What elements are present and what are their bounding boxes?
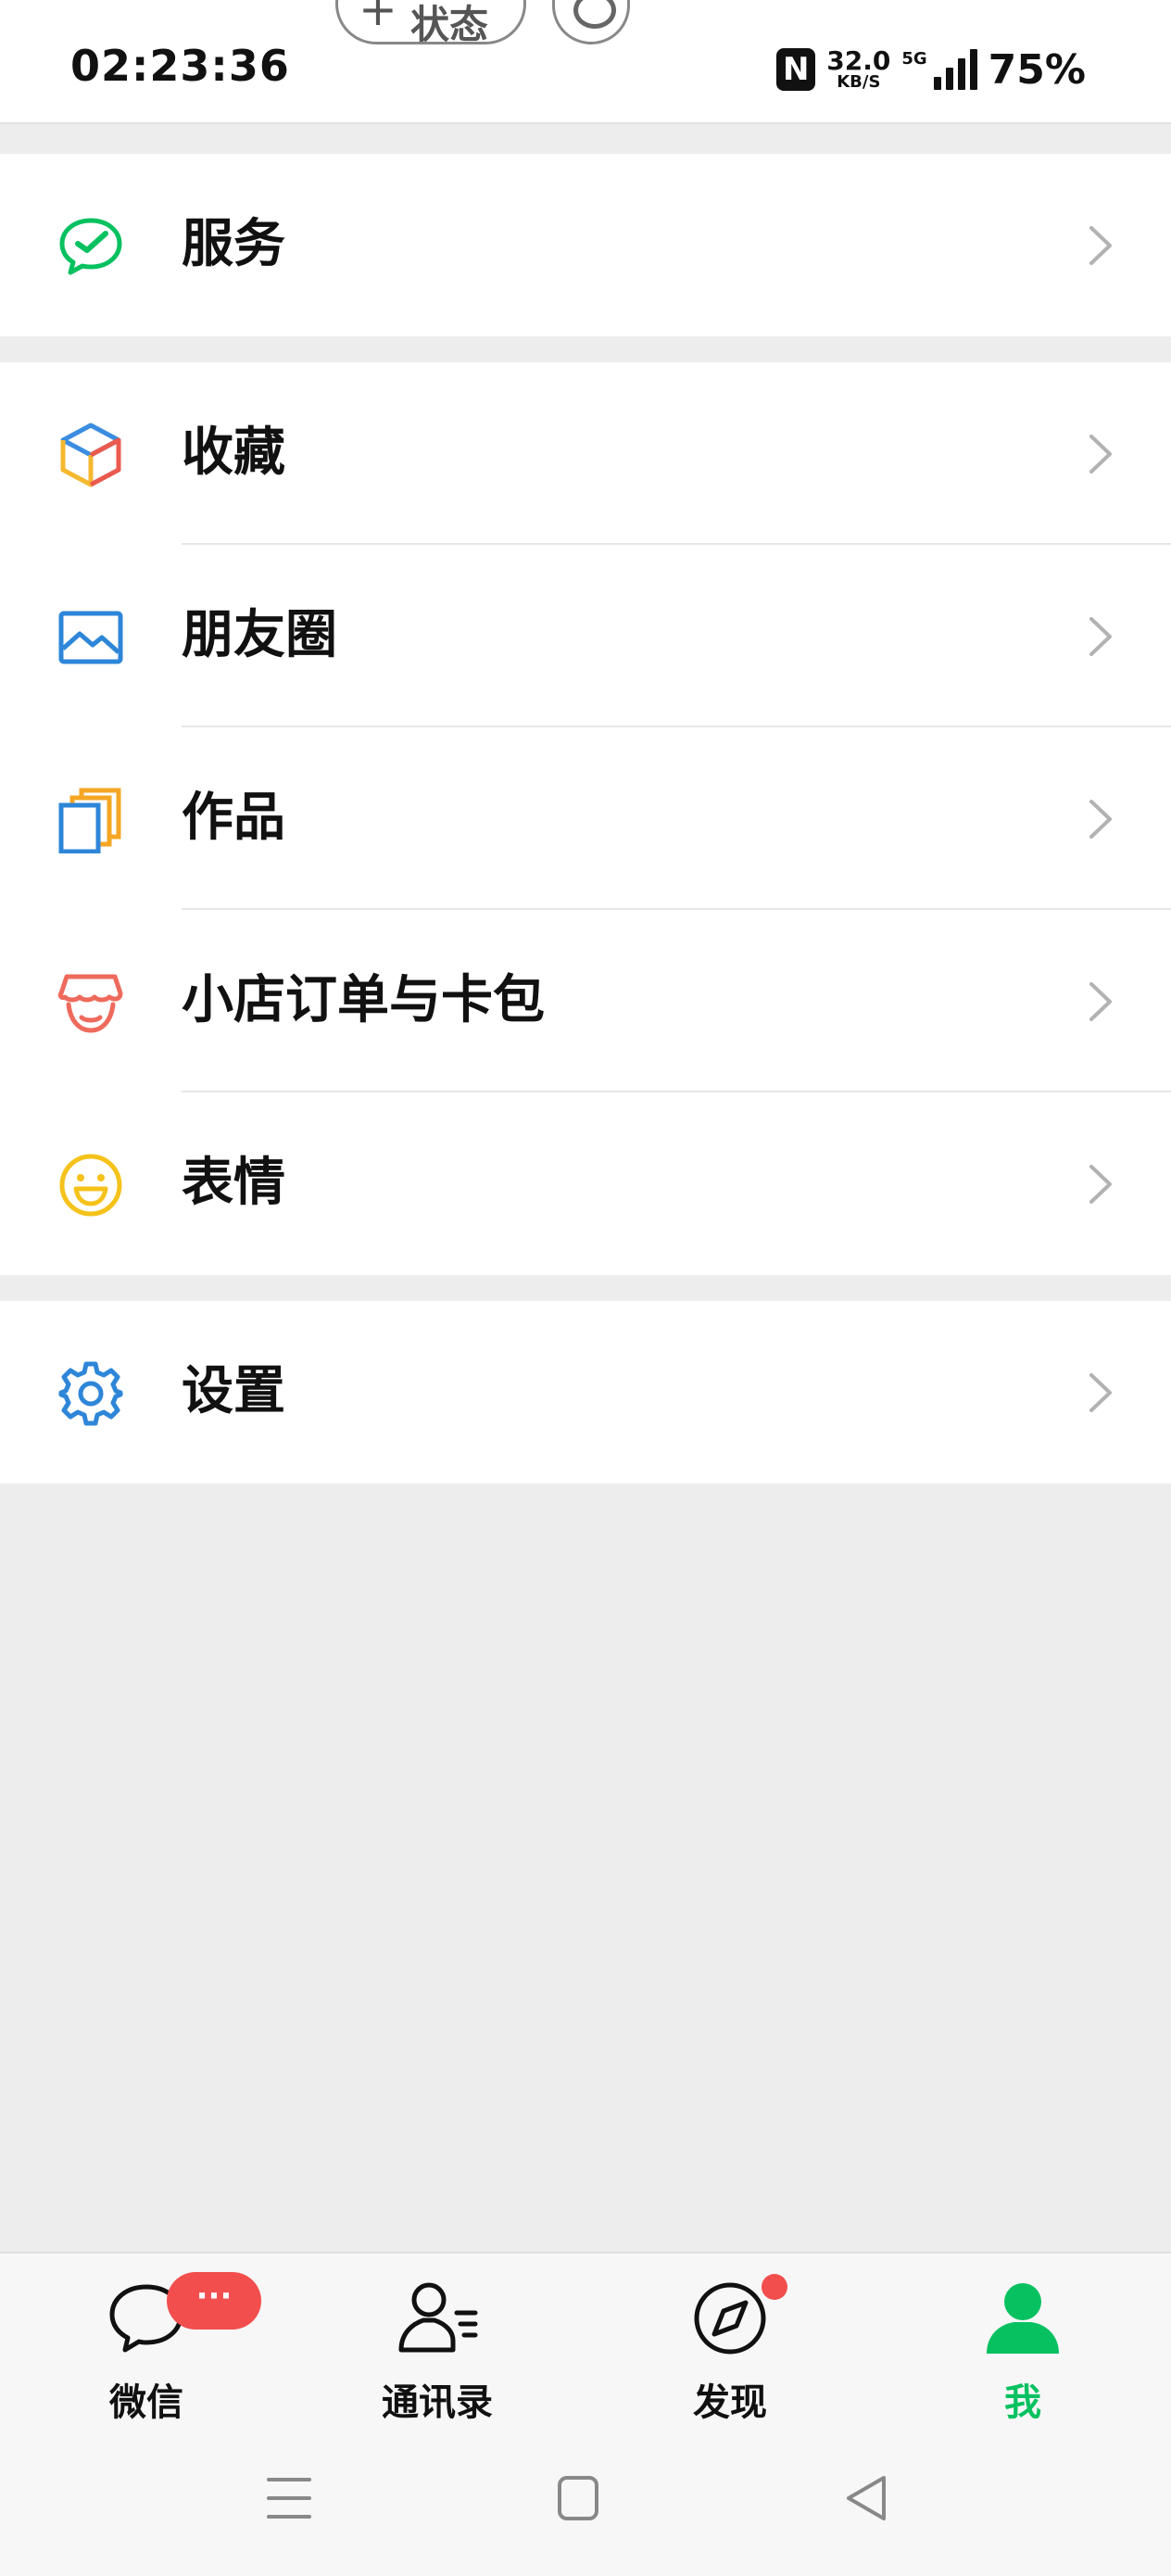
menu-item-stickers[interactable]: 表情: [0, 1092, 1171, 1275]
tab-contacts-label: 通讯录: [382, 2381, 493, 2424]
chevron-right-icon: [1089, 226, 1112, 265]
group-services: 服务: [0, 154, 1171, 336]
unread-badge: ···: [167, 2272, 261, 2330]
favorites-label: 收藏: [182, 423, 285, 483]
stacked-cards-icon: [58, 788, 121, 853]
clock: 02:23:36: [70, 41, 290, 91]
chevron-right-icon: [1089, 1373, 1112, 1412]
chevron-right-icon: [1089, 982, 1112, 1021]
system-icons: N 32.0 KB/S 5G 75%: [776, 44, 1086, 95]
shop-icon: [57, 974, 123, 1033]
tab-discover[interactable]: 发现: [637, 2279, 823, 2424]
menu-item-moments[interactable]: 朋友圈: [0, 545, 1171, 727]
home-icon[interactable]: [550, 2470, 606, 2526]
chevron-right-icon: [1089, 617, 1112, 656]
moments-label: 朋友圈: [182, 605, 337, 665]
tab-chats-label: 微信: [109, 2381, 183, 2424]
add-status-button[interactable]: + 状态: [335, 0, 526, 47]
group-main-menu: 收藏 朋友圈 作品 小店订单与卡包 表情: [0, 362, 1171, 1275]
signal-icon: 5G: [901, 49, 977, 90]
shop-orders-label: 小店订单与卡包: [182, 970, 545, 1030]
group-settings: 设置: [0, 1301, 1171, 1484]
tab-contacts[interactable]: 通讯录: [345, 2279, 530, 2424]
network-speed: 32.0 KB/S: [826, 45, 891, 92]
add-status-label: 状态: [410, 2, 489, 47]
plus-icon: +: [359, 0, 397, 36]
menu-item-services[interactable]: 服务: [0, 154, 1171, 336]
picture-icon: [58, 611, 123, 664]
menu-icon[interactable]: [261, 2470, 317, 2526]
services-icon: [59, 218, 122, 275]
stickers-label: 表情: [182, 1153, 285, 1213]
wechat-me-page: 02:23:36 + 状态 N 32.0 KB/S 5G 75% 服务 收藏 朋…: [0, 0, 1171, 2576]
person-icon: [987, 2283, 1059, 2354]
smiley-icon: [59, 1154, 122, 1217]
services-label: 服务: [182, 214, 285, 274]
tab-discover-label: 发现: [693, 2381, 767, 2424]
gear-icon: [58, 1361, 123, 1426]
battery-level: 75%: [988, 45, 1086, 94]
discover-red-dot: [762, 2274, 787, 2300]
settings-label: 设置: [182, 1361, 285, 1421]
chevron-right-icon: [1089, 800, 1112, 839]
works-label: 作品: [182, 788, 285, 848]
chevron-right-icon: [1089, 1165, 1112, 1204]
back-icon[interactable]: [839, 2470, 895, 2526]
nfc-icon: N: [776, 48, 816, 91]
menu-item-favorites[interactable]: 收藏: [0, 362, 1171, 545]
menu-item-shop-orders[interactable]: 小店订单与卡包: [0, 910, 1171, 1092]
tab-me[interactable]: 我: [930, 2279, 1115, 2424]
status-ring-button[interactable]: [552, 0, 630, 44]
compass-icon: [694, 2282, 766, 2355]
contacts-icon: [398, 2282, 478, 2353]
status-bar: 02:23:36 + 状态 N 32.0 KB/S 5G 75%: [0, 0, 1171, 124]
network-type: 5G: [901, 49, 927, 69]
menu-item-works[interactable]: 作品: [0, 727, 1171, 910]
system-nav-bar: [0, 2433, 1171, 2576]
cube-icon: [60, 423, 121, 487]
tab-me-label: 我: [1004, 2381, 1041, 2424]
chevron-right-icon: [1089, 435, 1112, 474]
menu-item-settings[interactable]: 设置: [0, 1301, 1171, 1484]
